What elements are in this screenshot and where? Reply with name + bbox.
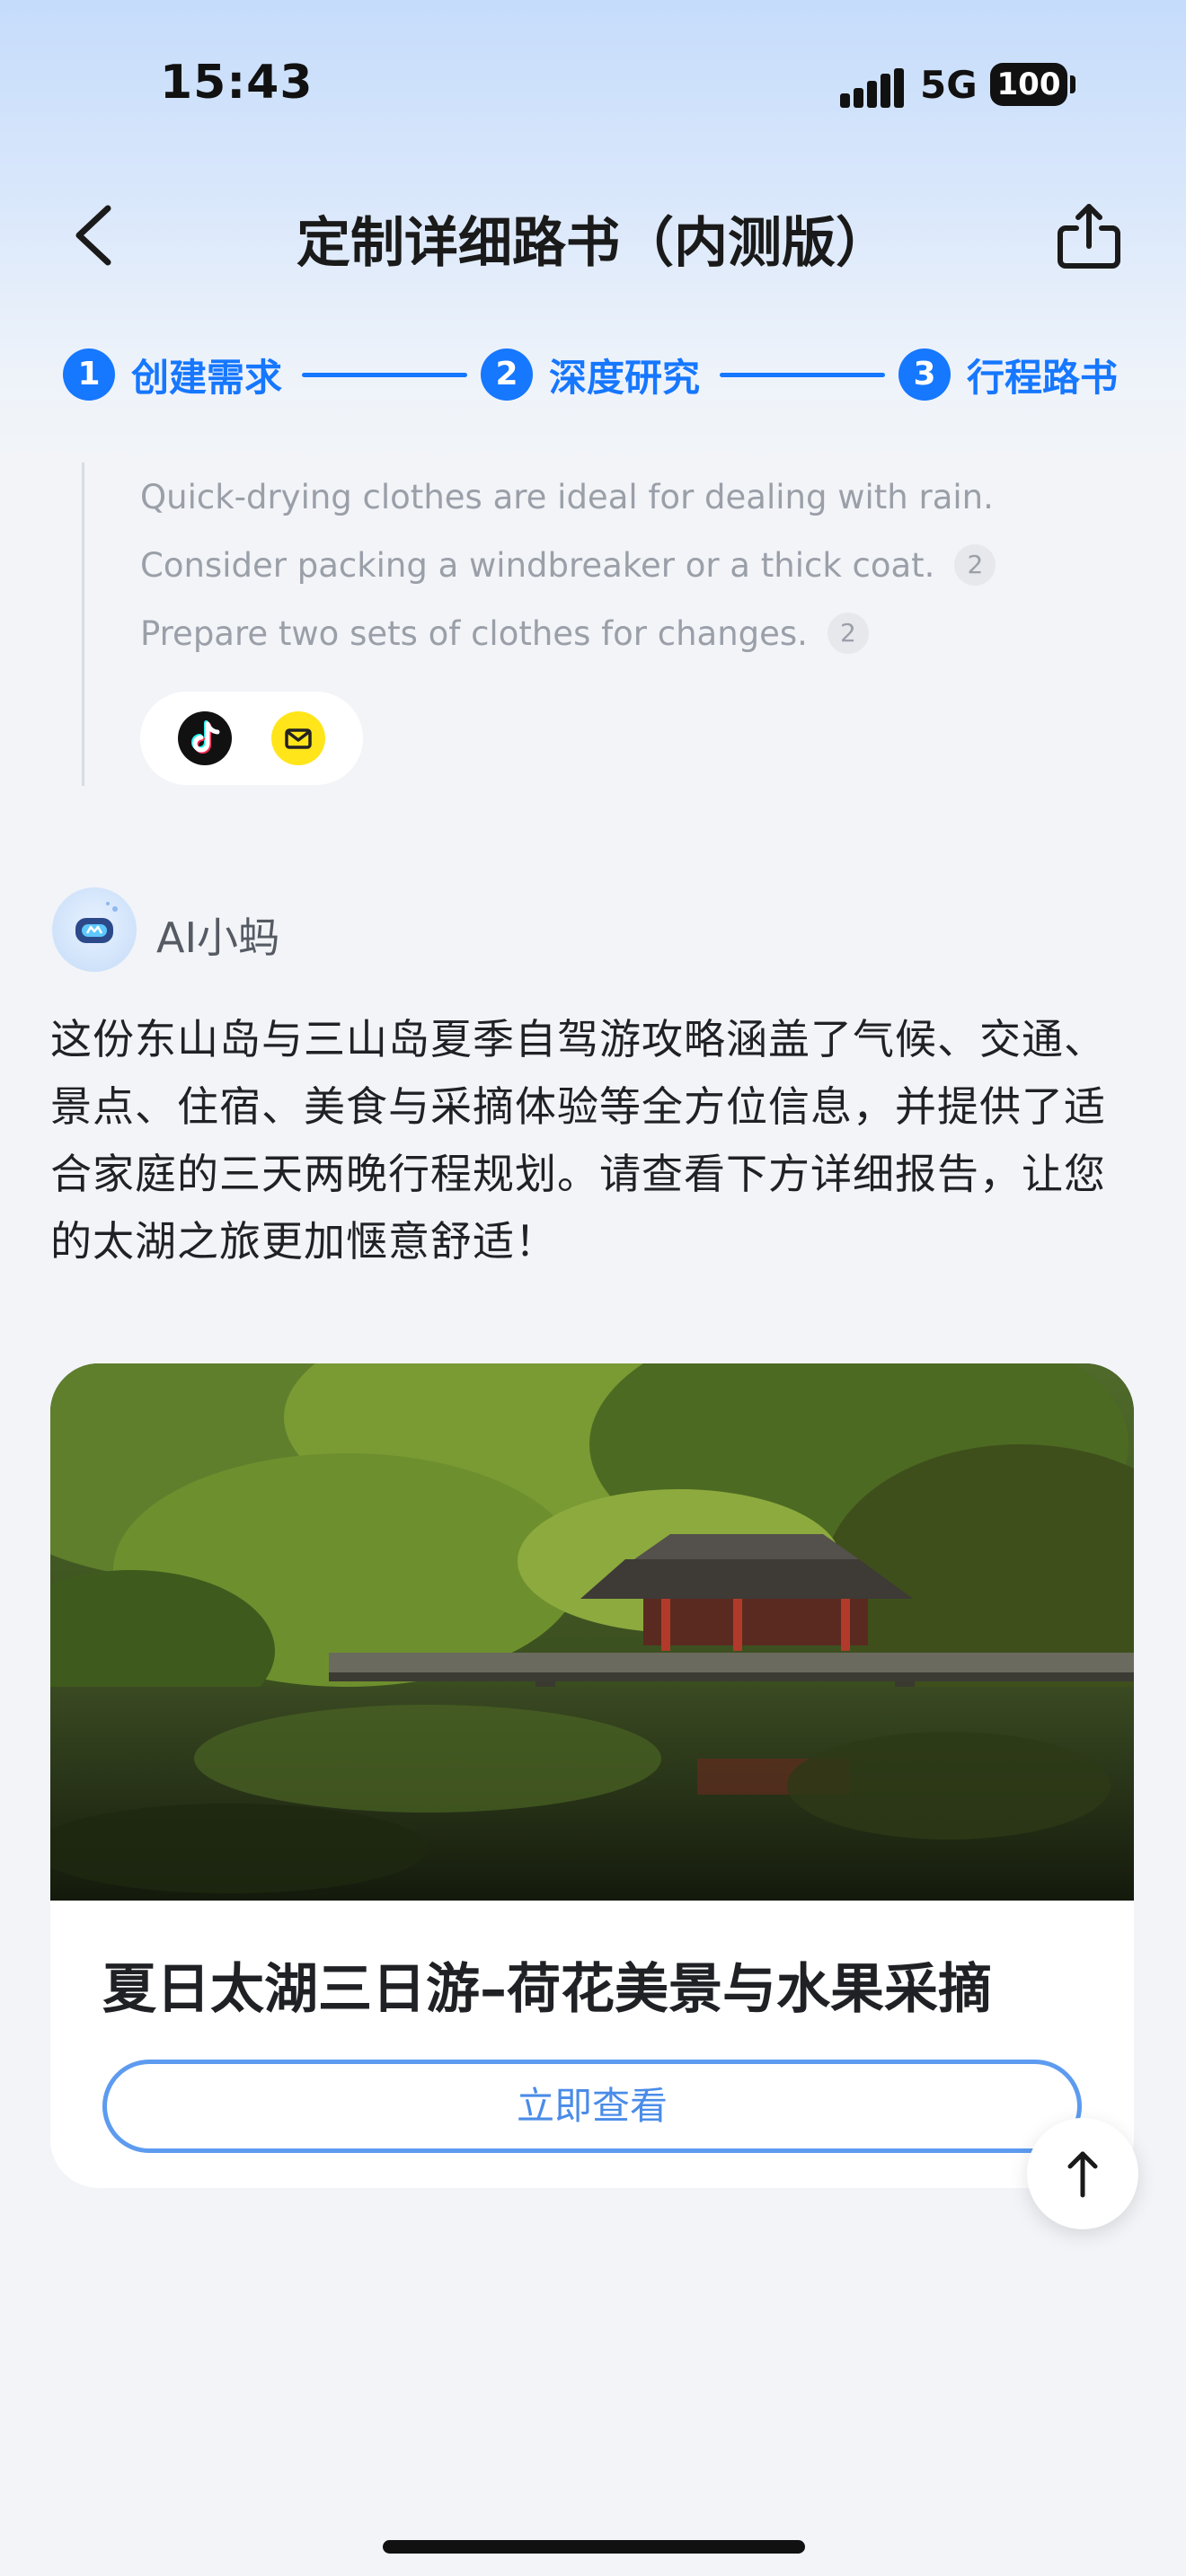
battery-icon: 100 <box>990 63 1067 106</box>
research-note: Quick-drying clothes are ideal for deali… <box>140 478 994 516</box>
arrow-up-icon <box>1067 2151 1098 2198</box>
citation-badge[interactable]: 2 <box>954 544 996 586</box>
assistant-name: AI小蚂 <box>156 913 280 962</box>
report-title: 夏日太湖三日游–荷花美景与水果采摘 <box>102 1958 992 2021</box>
research-note-text: Consider packing a windbreaker or a thic… <box>140 545 935 585</box>
research-note-text: Prepare two sets of clothes for changes. <box>140 613 808 653</box>
research-note: Prepare two sets of clothes for changes.… <box>140 613 869 654</box>
research-note-text: Quick-drying clothes are ideal for deali… <box>140 478 994 516</box>
signal-strength-icon <box>840 68 904 108</box>
citation-badge[interactable]: 2 <box>827 613 869 654</box>
quote-bar <box>82 463 84 786</box>
step-number: 3 <box>898 348 951 401</box>
step-label: 创建需求 <box>131 355 283 400</box>
view-now-button[interactable]: 立即查看 <box>102 2060 1082 2153</box>
share-icon <box>1058 204 1120 269</box>
battery-level: 100 <box>996 66 1061 102</box>
step-connector <box>720 373 885 377</box>
scroll-to-top-button[interactable] <box>1027 2118 1138 2229</box>
step-itinerary[interactable]: 3 行程路书 <box>898 346 1118 403</box>
status-bar: 15:43 5G 100 <box>0 0 1186 171</box>
step-create-requirements[interactable]: 1 创建需求 <box>63 346 282 403</box>
progress-steps: 1 创建需求 2 深度研究 3 行程路书 <box>61 346 1130 403</box>
assistant-message: 这份东山岛与三山岛夏季自驾游攻略涵盖了气候、交通、景点、住宿、美食与采摘体验等全… <box>50 1015 1106 1266</box>
step-number: 1 <box>63 348 115 401</box>
report-cover-image <box>50 1363 1134 1901</box>
step-number: 2 <box>481 348 533 401</box>
mail-app-icon <box>271 711 325 765</box>
step-connector <box>302 373 467 377</box>
report-card[interactable]: 夏日太湖三日游–荷花美景与水果采摘 立即查看 <box>50 1363 1134 2188</box>
tiktok-icon <box>178 711 232 765</box>
network-type: 5G <box>920 63 978 107</box>
sources-pill[interactable] <box>140 692 363 785</box>
share-button[interactable] <box>1053 201 1125 273</box>
step-label: 深度研究 <box>549 355 701 400</box>
assistant-avatar <box>52 887 137 972</box>
battery-tip <box>1070 75 1075 93</box>
step-deep-research[interactable]: 2 深度研究 <box>481 346 700 403</box>
step-label: 行程路书 <box>967 355 1119 400</box>
page-title: 定制详细路书（内测版） <box>296 212 890 275</box>
status-time: 15:43 <box>160 56 314 110</box>
research-note: Consider packing a windbreaker or a thic… <box>140 544 996 586</box>
home-indicator[interactable] <box>383 2540 805 2554</box>
